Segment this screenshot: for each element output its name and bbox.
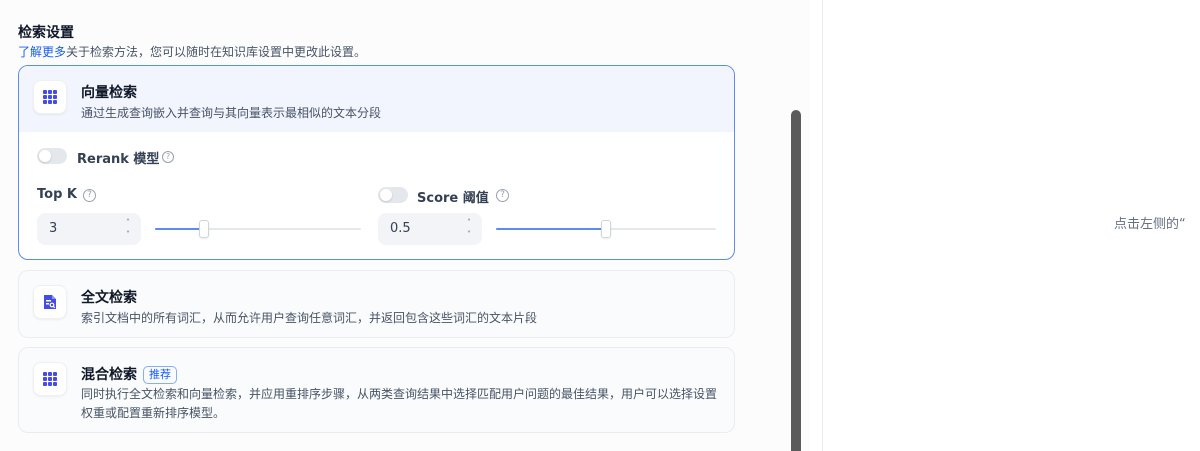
hybrid-search-title-text: 混合检索 [81, 367, 137, 383]
score-slider-handle[interactable] [601, 220, 611, 238]
top-k-slider[interactable] [155, 220, 361, 238]
retrieval-settings-panel: 检索设置 了解更多关于检索方法，您可以随时在知识库设置中更改此设置。 向量检索 … [0, 0, 810, 451]
top-k-value: 3 [49, 221, 58, 236]
hybrid-search-card[interactable]: 混合检索 推荐 同时执行全文检索和向量检索，并应用重排序步骤，从两类查询结果中选择… [18, 347, 735, 433]
score-threshold-value: 0.5 [390, 221, 411, 236]
full-text-search-description: 索引文档中的所有词汇，从而允许用户查询任意词汇，并返回包含这些词汇的文本片段 [81, 311, 538, 325]
section-description: 了解更多关于检索方法，您可以随时在知识库设置中更改此设置。 [18, 43, 366, 60]
full-text-search-title: 全文检索 [81, 290, 137, 306]
vector-search-title: 向量检索 [81, 85, 137, 101]
vector-search-header[interactable]: 向量检索 通过生成查询嵌入并查询与其向量表示最相似的文本分段 [19, 66, 734, 132]
rerank-label: Rerank 模型 [77, 152, 160, 167]
help-circle-icon[interactable]: ? [162, 151, 174, 163]
score-threshold-slider[interactable] [496, 220, 716, 238]
score-threshold-toggle[interactable] [378, 187, 408, 203]
full-text-search-card[interactable]: 全文检索 索引文档中的所有词汇，从而允许用户查询任意词汇，并返回包含这些词汇的文… [18, 270, 735, 338]
vector-search-card[interactable]: 向量检索 通过生成查询嵌入并查询与其向量表示最相似的文本分段 Rerank 模型… [18, 65, 735, 260]
learn-more-link[interactable]: 了解更多 [18, 45, 66, 59]
document-search-icon [33, 285, 67, 319]
hybrid-search-title: 混合检索 推荐 [81, 364, 177, 384]
chevron-up-down-icon[interactable]: ˄ ˅ [123, 217, 133, 241]
help-circle-icon[interactable]: ? [83, 189, 96, 202]
preview-panel: 点击左侧的“ [822, 0, 1200, 451]
grid-dots-icon [33, 80, 67, 114]
score-slider-fill [496, 228, 606, 230]
chevron-up-down-icon[interactable]: ˄ ˅ [464, 217, 474, 241]
top-k-label: Top K [37, 187, 77, 202]
help-circle-icon[interactable]: ? [496, 189, 509, 202]
score-threshold-stepper[interactable]: 0.5 ˄ ˅ [378, 213, 482, 245]
top-k-slider-fill [155, 228, 204, 230]
rerank-toggle[interactable] [37, 148, 67, 164]
scrollbar[interactable] [791, 110, 801, 451]
preview-hint: 点击左侧的“ [1114, 217, 1186, 232]
score-threshold-label: Score 阈值 [417, 191, 489, 206]
top-k-stepper[interactable]: 3 ˄ ˅ [37, 213, 141, 245]
vector-search-description: 通过生成查询嵌入并查询与其向量表示最相似的文本分段 [81, 106, 382, 120]
section-description-text: 关于检索方法，您可以随时在知识库设置中更改此设置。 [66, 45, 367, 59]
recommended-badge: 推荐 [143, 366, 177, 384]
section-title: 检索设置 [18, 25, 74, 41]
grid-dots-icon [33, 362, 67, 396]
top-k-slider-handle[interactable] [199, 220, 209, 238]
hybrid-search-description: 同时执行全文检索和向量检索，并应用重排序步骤，从两类查询结果中选择匹配用户问题的… [81, 387, 718, 420]
